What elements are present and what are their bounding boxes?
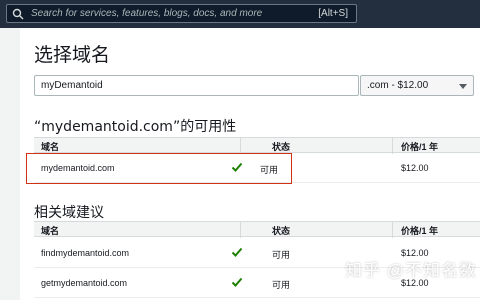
status-cell: 可用 xyxy=(272,250,291,260)
page-title: 选择域名 xyxy=(34,44,111,66)
search-placeholder: Search for services, features, blogs, do… xyxy=(31,8,263,19)
column-domain: 域名 xyxy=(41,226,60,236)
column-status: 状态 xyxy=(272,142,291,152)
domain-cell: getmydemantoid.com xyxy=(41,278,128,288)
suggestions-heading: 相关域建议 xyxy=(34,205,104,221)
availability-heading: “mydemantoid.com”的可用性 xyxy=(34,119,237,135)
domain-name-input[interactable]: myDemantoid xyxy=(34,75,359,96)
highlight-box xyxy=(26,153,292,184)
checkmark-icon xyxy=(231,277,243,287)
column-domain: 域名 xyxy=(41,142,60,152)
top-navigation-bar: Search for services, features, blogs, do… xyxy=(0,0,480,28)
availability-table-header: 域名 状态 价格/1 年 xyxy=(34,137,480,154)
column-divider xyxy=(392,222,393,238)
suggestions-table-header: 域名 状态 价格/1 年 xyxy=(34,221,480,238)
chevron-down-icon xyxy=(459,84,467,89)
checkmark-icon xyxy=(231,247,243,257)
domain-cell: findmydemantoid.com xyxy=(41,248,130,258)
global-search-input[interactable]: Search for services, features, blogs, do… xyxy=(6,4,357,23)
column-divider xyxy=(240,138,241,154)
tld-select-value: .com - $12.00 xyxy=(367,80,429,91)
column-divider xyxy=(392,138,393,154)
column-price: 价格/1 年 xyxy=(401,226,439,236)
column-price: 价格/1 年 xyxy=(401,142,439,152)
price-cell: $12.00 xyxy=(401,163,429,173)
search-shortcut-hint: [Alt+S] xyxy=(318,8,348,19)
status-cell: 可用 xyxy=(272,280,291,290)
column-status: 状态 xyxy=(272,226,291,236)
column-divider xyxy=(240,222,241,238)
tld-select[interactable]: .com - $12.00 xyxy=(360,75,474,96)
watermark: 知乎 @不知名数 xyxy=(345,261,477,280)
search-icon xyxy=(12,8,24,20)
